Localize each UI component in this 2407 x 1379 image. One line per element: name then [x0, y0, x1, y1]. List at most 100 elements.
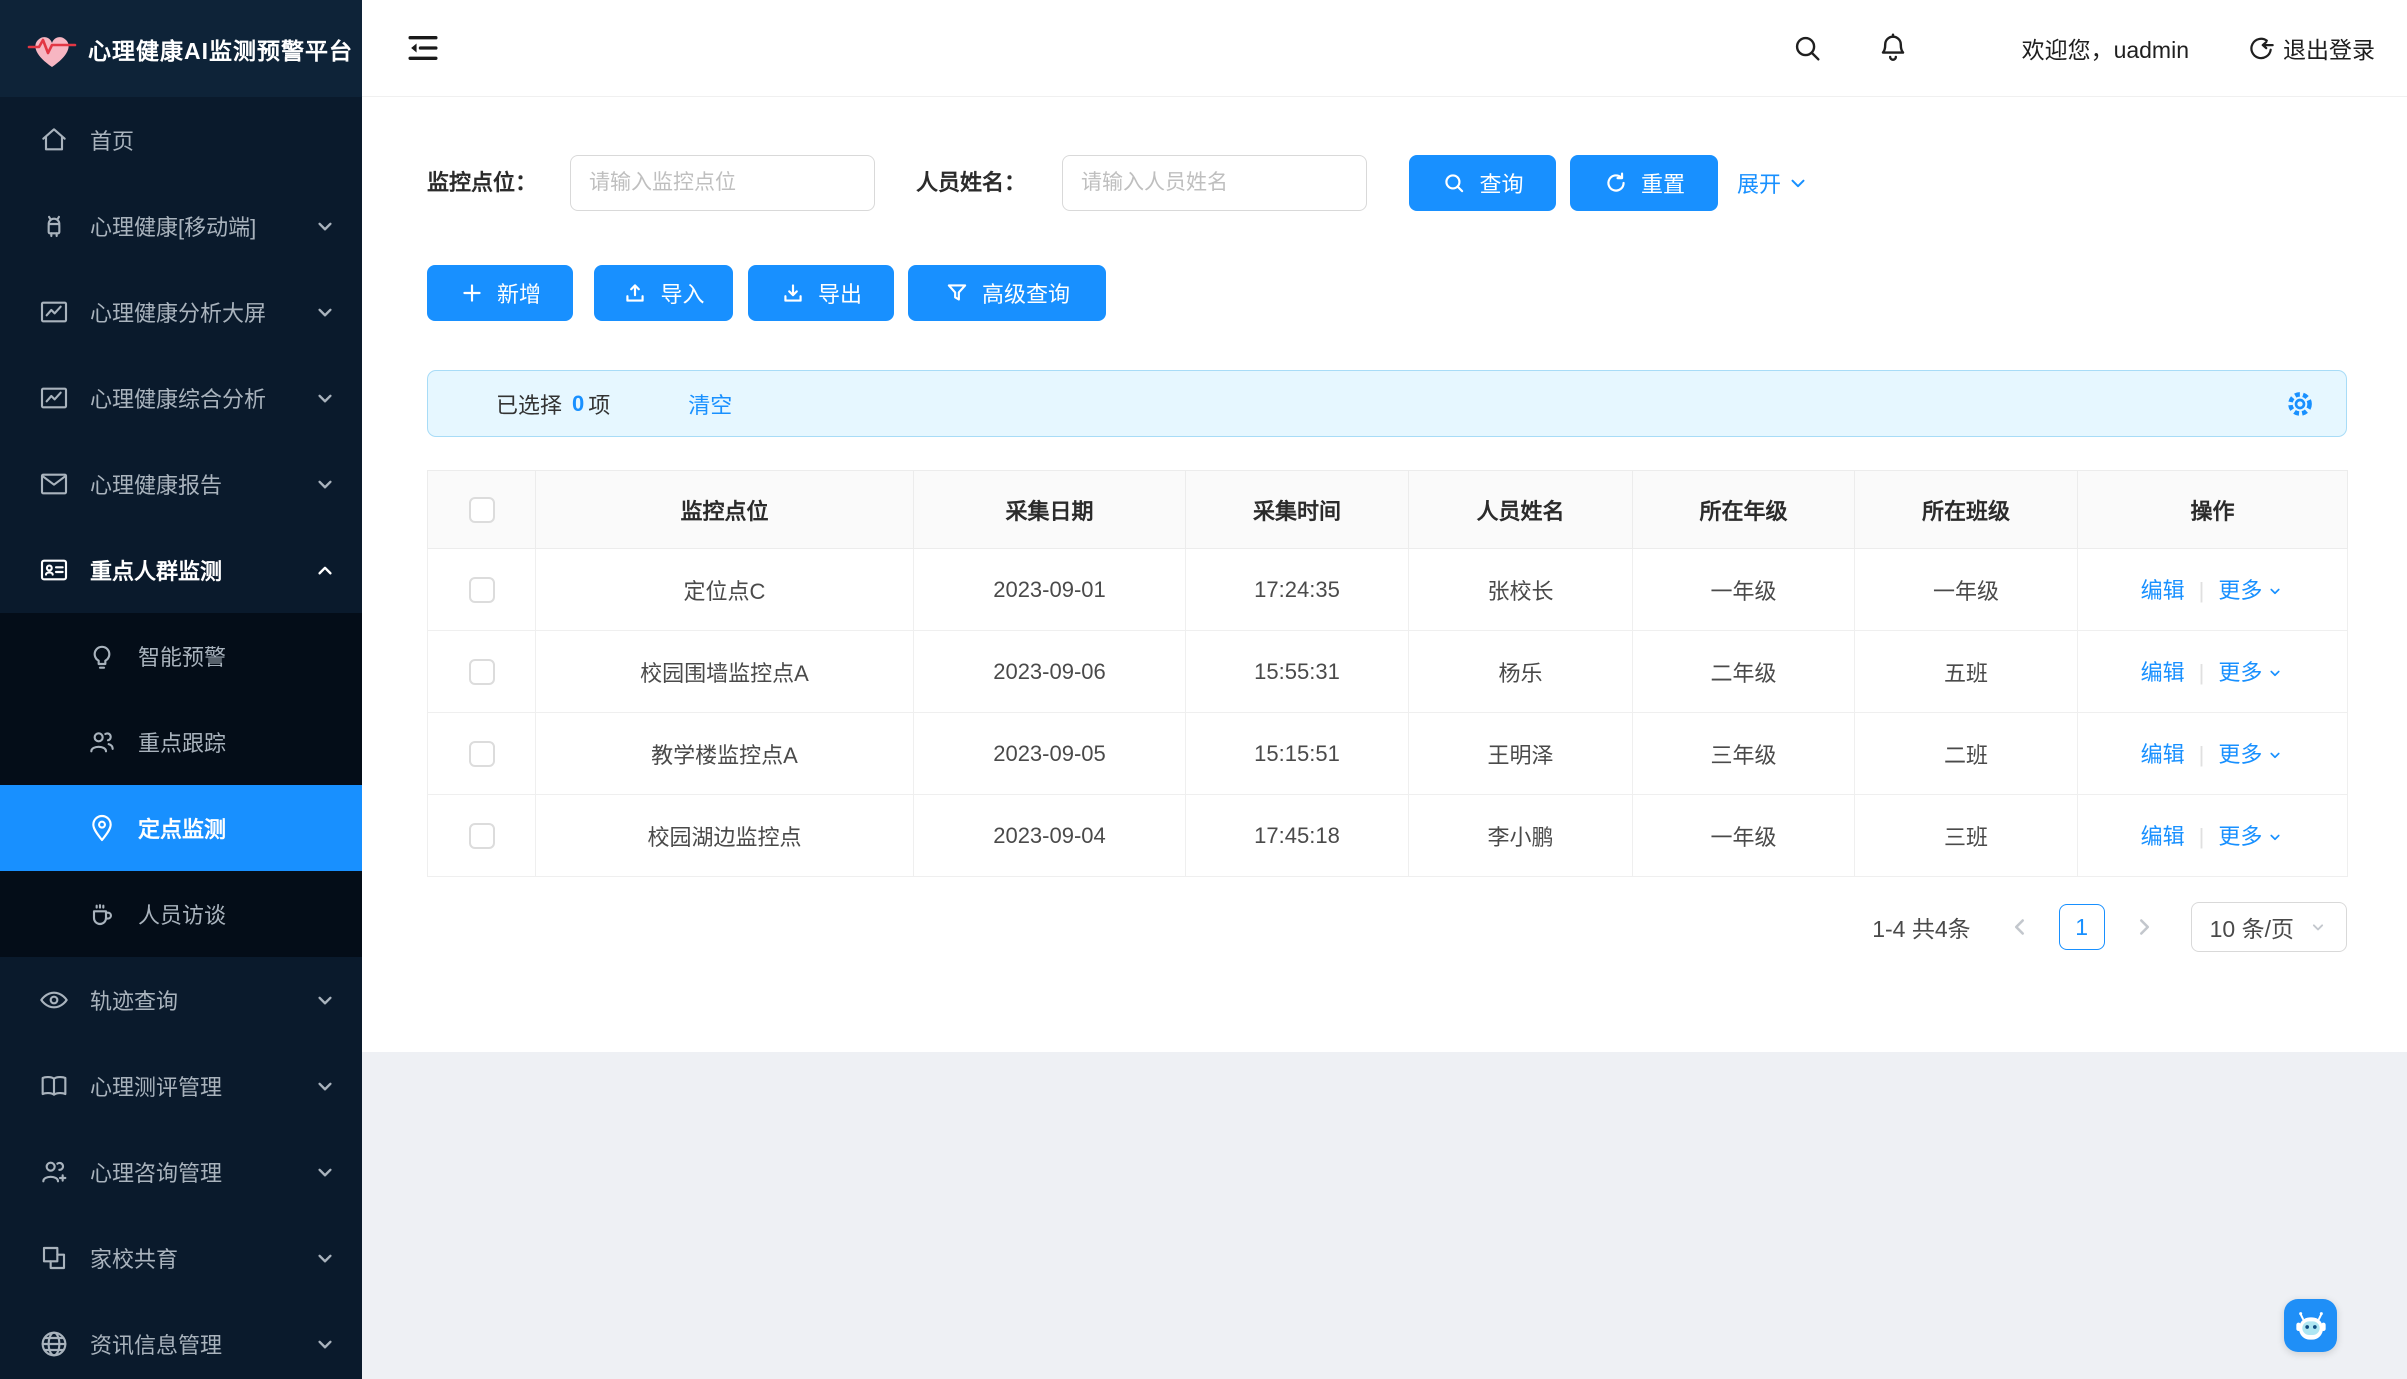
- divider: |: [2199, 824, 2205, 849]
- edit-link[interactable]: 编辑: [2141, 578, 2185, 603]
- divider: |: [2199, 660, 2205, 685]
- expand-link[interactable]: 展开: [1737, 155, 1809, 211]
- chevron-down-icon: [312, 213, 338, 239]
- page-number-button[interactable]: 1: [2059, 904, 2105, 950]
- sidebar-item-mobile[interactable]: 心理健康[移动端]: [0, 183, 362, 269]
- advanced-search-button[interactable]: 高级查询: [908, 265, 1106, 321]
- sidebar-item-key-group-monitor[interactable]: 重点人群监测: [0, 527, 362, 613]
- cell-class: 一年级: [1855, 549, 2078, 631]
- selected-suffix: 项: [588, 388, 610, 420]
- edit-link[interactable]: 编辑: [2141, 660, 2185, 685]
- selection-bar: 已选择 0 项 清空: [427, 370, 2347, 437]
- search-button[interactable]: 查询: [1409, 155, 1556, 211]
- row-checkbox[interactable]: [469, 577, 495, 603]
- sidebar-item-label: 重点跟踪: [138, 726, 226, 758]
- clear-selection-link[interactable]: 清空: [688, 388, 732, 420]
- expand-label: 展开: [1737, 167, 1781, 199]
- row-checkbox[interactable]: [469, 659, 495, 685]
- chevron-down-icon: [2266, 662, 2284, 688]
- main-content: 监控点位： 人员姓名： 查询 重置 展开 新增 导入 导出 高级查询 已选择 0…: [362, 97, 2407, 1379]
- sidebar-item-home[interactable]: 首页: [0, 97, 362, 183]
- sidebar-item-assessment-mgmt[interactable]: 心理测评管理: [0, 1043, 362, 1129]
- header-checkbox-cell: [428, 471, 536, 549]
- cell-time: 15:15:51: [1186, 713, 1409, 795]
- sidebar-item-label: 心理健康分析大屏: [90, 296, 266, 328]
- select-all-checkbox[interactable]: [469, 497, 495, 523]
- bell-icon[interactable]: [1876, 31, 1910, 65]
- export-button[interactable]: 导出: [748, 265, 894, 321]
- chevron-down-icon: [312, 1159, 338, 1185]
- monitor-point-label: 监控点位：: [427, 155, 537, 211]
- location-pin-icon: [86, 812, 118, 844]
- logout-icon: [2247, 34, 2275, 62]
- sidebar-item-label: 心理健康报告: [90, 468, 222, 500]
- import-button[interactable]: 导入: [594, 265, 733, 321]
- col-header-class: 所在班级: [1855, 471, 2078, 549]
- more-link[interactable]: 更多: [2218, 824, 2262, 849]
- cell-class: 二班: [1855, 713, 2078, 795]
- cell-class: 三班: [1855, 795, 2078, 877]
- sidebar-item-label: 心理咨询管理: [90, 1156, 222, 1188]
- sidebar-item-comprehensive-analysis[interactable]: 心理健康综合分析: [0, 355, 362, 441]
- next-page-icon[interactable]: [2131, 914, 2157, 940]
- row-checkbox[interactable]: [469, 823, 495, 849]
- pagination-total: 1-4 共4条: [1872, 910, 1970, 944]
- sidebar: 心理健康AI监测预警平台 首页 心理健康[移动端] 心理健康分析大屏: [0, 0, 362, 1379]
- cell-grade: 三年级: [1633, 713, 1855, 795]
- chevron-down-icon: [2266, 580, 2284, 606]
- heart-pulse-logo-icon: [26, 27, 78, 71]
- menu-fold-icon[interactable]: [405, 30, 441, 66]
- sidebar-item-label: 智能预警: [138, 640, 226, 672]
- more-link[interactable]: 更多: [2218, 578, 2262, 603]
- robot-icon: [2291, 1306, 2331, 1346]
- sidebar-item-counseling-mgmt[interactable]: 心理咨询管理: [0, 1129, 362, 1215]
- gear-icon[interactable]: [2284, 388, 2316, 420]
- col-header-date: 采集日期: [914, 471, 1186, 549]
- cell-point: 教学楼监控点A: [536, 713, 914, 795]
- chevron-down-icon: [2308, 917, 2328, 937]
- cell-name: 张校长: [1409, 549, 1633, 631]
- sidebar-item-info-mgmt[interactable]: 资讯信息管理: [0, 1301, 362, 1379]
- col-header-op: 操作: [2078, 471, 2348, 549]
- logout-button[interactable]: 退出登录: [2247, 31, 2375, 65]
- sidebar-item-key-tracking[interactable]: 重点跟踪: [0, 699, 362, 785]
- chevron-down-icon: [312, 385, 338, 411]
- chevron-down-icon: [312, 299, 338, 325]
- sidebar-item-report[interactable]: 心理健康报告: [0, 441, 362, 527]
- sidebar-item-fixed-point-monitor[interactable]: 定点监测: [0, 785, 362, 871]
- edit-link[interactable]: 编辑: [2141, 824, 2185, 849]
- android-icon: [38, 210, 70, 242]
- monitor-point-input[interactable]: [570, 155, 875, 211]
- more-link[interactable]: 更多: [2218, 742, 2262, 767]
- edit-link[interactable]: 编辑: [2141, 742, 2185, 767]
- sidebar-item-home-school[interactable]: 家校共育: [0, 1215, 362, 1301]
- sidebar-item-trajectory-query[interactable]: 轨迹查询: [0, 957, 362, 1043]
- reset-button[interactable]: 重置: [1570, 155, 1718, 211]
- chatbot-button[interactable]: [2284, 1299, 2337, 1352]
- welcome-text: 欢迎您，uadmin: [2022, 31, 2189, 65]
- chevron-down-icon: [2266, 826, 2284, 852]
- table-row: 校园围墙监控点A 2023-09-06 15:55:31 杨乐 二年级 五班 编…: [428, 631, 2348, 713]
- cell-time: 17:24:35: [1186, 549, 1409, 631]
- more-link[interactable]: 更多: [2218, 660, 2262, 685]
- sidebar-item-label: 心理健康综合分析: [90, 382, 266, 414]
- sidebar-item-personnel-interview[interactable]: 人员访谈: [0, 871, 362, 957]
- pagination: 1-4 共4条 1 10 条/页: [1872, 901, 2347, 953]
- sidebar-item-label: 家校共育: [90, 1242, 178, 1274]
- page-size-select[interactable]: 10 条/页: [2191, 902, 2347, 952]
- top-header: 欢迎您，uadmin 退出登录: [362, 0, 2407, 97]
- eye-icon: [38, 984, 70, 1016]
- divider: |: [2199, 742, 2205, 767]
- row-checkbox[interactable]: [469, 741, 495, 767]
- prev-page-icon[interactable]: [2007, 914, 2033, 940]
- search-icon[interactable]: [1790, 31, 1824, 65]
- person-name-input[interactable]: [1062, 155, 1367, 211]
- cell-date: 2023-09-04: [914, 795, 1186, 877]
- sidebar-item-analysis-screen[interactable]: 心理健康分析大屏: [0, 269, 362, 355]
- sidebar-item-smart-warning[interactable]: 智能预警: [0, 613, 362, 699]
- add-button[interactable]: 新增: [427, 265, 573, 321]
- col-header-time: 采集时间: [1186, 471, 1409, 549]
- cell-date: 2023-09-05: [914, 713, 1186, 795]
- cell-date: 2023-09-01: [914, 549, 1186, 631]
- book-icon: [38, 1070, 70, 1102]
